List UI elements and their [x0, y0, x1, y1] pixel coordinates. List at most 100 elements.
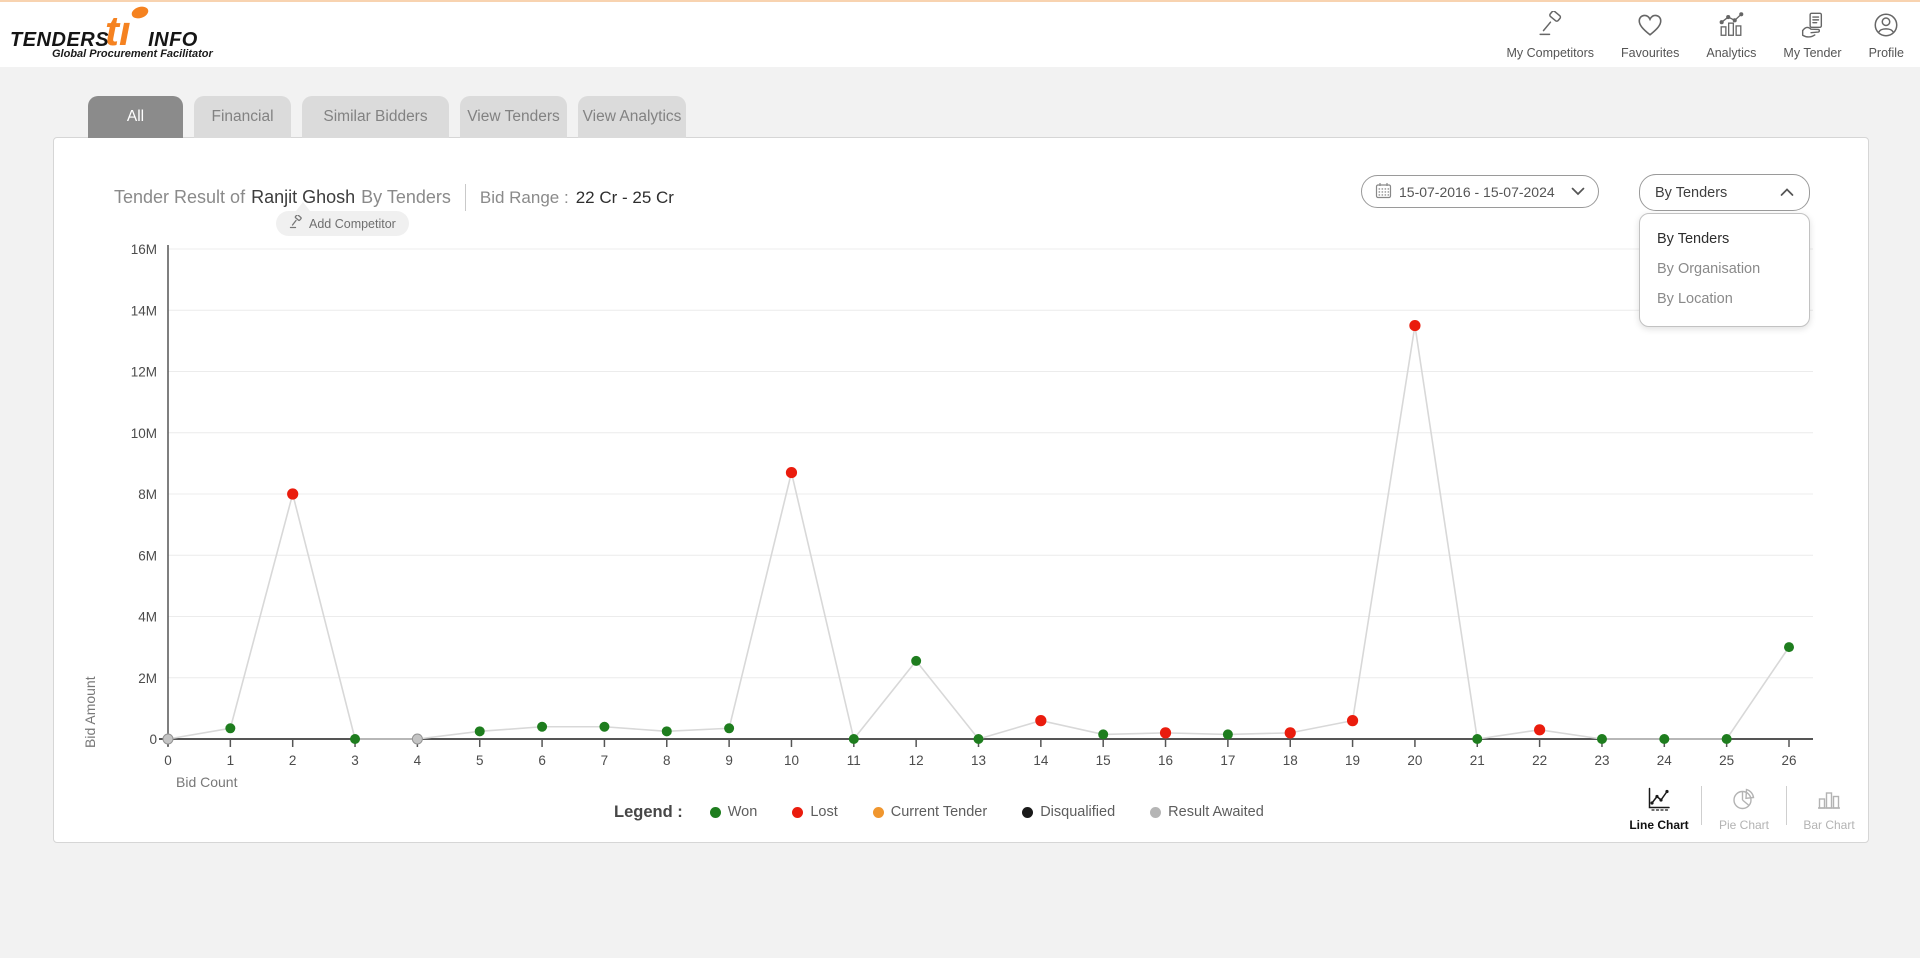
x-tick-label: 14 [1033, 753, 1049, 768]
legend-label: Current Tender [891, 804, 987, 820]
data-point-won[interactable] [1784, 642, 1794, 652]
data-point-won[interactable] [225, 723, 235, 733]
data-point-won[interactable] [1472, 734, 1482, 744]
data-point-lost[interactable] [1347, 715, 1358, 726]
bar-chart-button[interactable]: Bar Chart [1792, 782, 1866, 835]
data-point-won[interactable] [1098, 729, 1108, 739]
nav-item-my-tender[interactable]: My Tender [1783, 11, 1841, 60]
x-tick-label: 23 [1594, 753, 1609, 768]
brand-logo[interactable]: TENDERS tı INFO Global Procurement Facil… [10, 4, 240, 66]
tab-financial[interactable]: Financial [194, 96, 291, 138]
nav-item-profile[interactable]: Profile [1869, 11, 1904, 60]
group-by-select[interactable]: By Tenders [1639, 174, 1810, 211]
x-tick-label: 7 [601, 753, 609, 768]
analytics-icon [1717, 11, 1745, 44]
data-point-won[interactable] [974, 734, 984, 744]
add-competitor-tooltip-arrow [296, 202, 310, 211]
legend-label: Disqualified [1040, 804, 1115, 820]
date-range-value: 15-07-2016 - 15-07-2024 [1399, 184, 1555, 200]
legend-item-lost: Lost [792, 804, 837, 820]
group-by-selected-value: By Tenders [1655, 185, 1727, 201]
top-nav: My Competitors Favourites A [1507, 11, 1905, 60]
y-tick-label: 10M [131, 426, 157, 441]
bid-range-label: Bid Range : [480, 188, 569, 208]
menu-option-by-tenders[interactable]: By Tenders [1640, 224, 1809, 254]
legend-label: Result Awaited [1168, 804, 1264, 820]
x-tick-label: 9 [725, 753, 733, 768]
data-point-won[interactable] [1722, 734, 1732, 744]
line-chart-button[interactable]: Line Chart [1622, 782, 1696, 835]
legend-item-result-awaited: Result Awaited [1150, 804, 1264, 820]
nav-item-analytics[interactable]: Analytics [1706, 11, 1756, 60]
data-point-won[interactable] [475, 726, 485, 736]
data-point-won[interactable] [350, 734, 360, 744]
nav-label: My Competitors [1507, 46, 1595, 60]
bar-chart-icon [1816, 786, 1842, 815]
data-point-won[interactable] [537, 722, 547, 732]
y-tick-label: 12M [131, 365, 157, 380]
data-point-lost[interactable] [287, 488, 298, 499]
y-axis-title: Bid Amount [82, 638, 98, 748]
data-point-result_awaited[interactable] [412, 734, 422, 744]
data-point-lost[interactable] [1409, 320, 1420, 331]
data-point-won[interactable] [1223, 729, 1233, 739]
calendar-icon [1375, 182, 1392, 202]
data-point-won[interactable] [1597, 734, 1607, 744]
top-bar: TENDERS tı INFO Global Procurement Facil… [0, 0, 1920, 67]
data-point-won[interactable] [1659, 734, 1669, 744]
legend-title: Legend : [614, 803, 683, 822]
gavel-icon [1536, 11, 1564, 44]
y-tick-label: 4M [138, 610, 157, 625]
nav-label: My Tender [1783, 46, 1841, 60]
y-tick-label: 14M [131, 303, 157, 318]
data-point-won[interactable] [599, 722, 609, 732]
nav-item-favourites[interactable]: Favourites [1621, 11, 1679, 60]
data-point-result_awaited[interactable] [163, 734, 173, 744]
page-title: Tender Result of Ranjit Ghosh By Tenders… [114, 184, 674, 211]
data-point-won[interactable] [849, 734, 859, 744]
switcher-label: Bar Chart [1803, 818, 1854, 832]
tab-view-tenders[interactable]: View Tenders [460, 96, 567, 138]
data-point-won[interactable] [724, 723, 734, 733]
legend-item-disqualified: Disqualified [1022, 804, 1115, 820]
switcher-divider [1701, 786, 1702, 825]
analytics-card: Tender Result of Ranjit Ghosh By Tenders… [53, 137, 1869, 843]
series-line [168, 326, 1789, 739]
bid-range-value: 22 Cr - 25 Cr [576, 188, 674, 208]
y-tick-label: 8M [138, 487, 157, 502]
tab-all[interactable]: All [88, 96, 183, 138]
tender-line-chart[interactable]: 02M4M6M8M10M12M14M16M0123456789101112131… [91, 241, 1831, 801]
x-tick-label: 2 [289, 753, 297, 768]
add-competitor-button[interactable]: Add Competitor [276, 211, 409, 236]
chevron-up-icon [1780, 188, 1794, 197]
data-point-lost[interactable] [1035, 715, 1046, 726]
group-by-menu: By Tenders By Organisation By Location [1639, 213, 1810, 327]
chevron-down-icon [1571, 187, 1585, 196]
data-point-lost[interactable] [786, 467, 797, 478]
nav-label: Favourites [1621, 46, 1679, 60]
tab-similar-bidders[interactable]: Similar Bidders [302, 96, 449, 138]
chart-legend: Legend : Won Lost Current Tender Disqual… [614, 800, 1264, 824]
data-point-won[interactable] [662, 726, 672, 736]
x-tick-label: 25 [1719, 753, 1734, 768]
pie-chart-button[interactable]: Pie Chart [1707, 782, 1781, 835]
data-point-lost[interactable] [1534, 724, 1545, 735]
y-tick-label: 0 [149, 732, 157, 747]
heart-icon [1636, 11, 1664, 44]
svg-text:tı: tı [105, 7, 131, 50]
nav-item-my-competitors[interactable]: My Competitors [1507, 11, 1595, 60]
data-point-lost[interactable] [1285, 727, 1296, 738]
menu-option-by-organisation[interactable]: By Organisation [1640, 254, 1809, 284]
data-point-won[interactable] [911, 656, 921, 666]
result-awaited-dot-icon [1150, 807, 1161, 818]
x-tick-label: 13 [971, 753, 986, 768]
x-tick-label: 4 [414, 753, 422, 768]
user-circle-icon [1872, 11, 1900, 44]
data-point-lost[interactable] [1160, 727, 1171, 738]
x-axis-title: Bid Count [176, 774, 237, 790]
date-range-picker[interactable]: 15-07-2016 - 15-07-2024 [1361, 175, 1599, 208]
nav-label: Analytics [1706, 46, 1756, 60]
menu-option-by-location[interactable]: By Location [1640, 284, 1809, 314]
switcher-divider [1786, 786, 1787, 825]
tab-view-analytics[interactable]: View Analytics [578, 96, 686, 138]
